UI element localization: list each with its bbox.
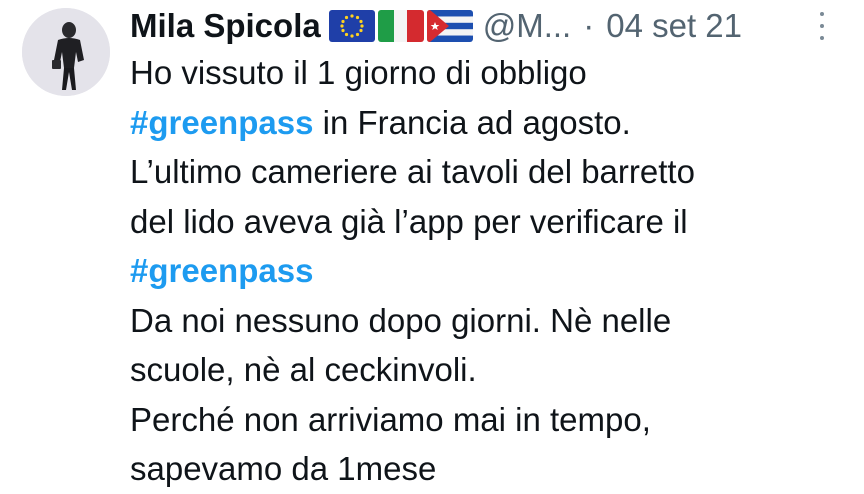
tweet-text-span: del lido aveva già l’app per verificare … xyxy=(130,202,688,240)
author-handle[interactable]: @M... xyxy=(483,4,572,48)
separator-dot: · xyxy=(583,7,595,44)
person-silhouette-icon xyxy=(22,8,110,96)
tweet-text-span: sapevamo da 1mese xyxy=(130,450,437,487)
author-display-name[interactable]: Mila Spicola xyxy=(130,4,321,48)
tweet-text-span: L’ultimo cameriere ai tavoli del barrett… xyxy=(130,153,695,190)
cuba-flag-icon xyxy=(426,10,473,42)
italy-flag-icon xyxy=(377,10,424,42)
tweet-line: #greenpass in Francia ad agosto. xyxy=(130,98,850,148)
avatar[interactable] xyxy=(22,8,110,96)
tweet-header: Mila Spicola @M... · 04 set 21 xyxy=(130,4,742,48)
tweet-text-span: Da noi nessuno dopo giorni. Nè nelle xyxy=(130,301,672,339)
eu-flag-icon xyxy=(328,10,375,42)
hashtag-link[interactable]: #greenpass xyxy=(130,104,313,141)
tweet-text-span: in Francia ad agosto. xyxy=(313,103,631,141)
tweet-text-span: Ho vissuto il 1 giorno di obbligo xyxy=(130,54,587,91)
tweet-line: Da noi nessuno dopo giorni. Nè nelle xyxy=(130,296,850,346)
tweet-text-span: Perché non arriviamo mai in tempo, xyxy=(130,400,651,438)
tweet-line: Perché non arriviamo mai in tempo, xyxy=(130,395,850,445)
flag-emojis xyxy=(328,10,473,42)
tweet-text: Ho vissuto il 1 giorno di obbligo #green… xyxy=(130,48,850,494)
tweet-line: scuole, nè al ceckinvoli. xyxy=(130,345,850,395)
tweet-line: sapevamo da 1mese xyxy=(130,444,850,494)
tweet-line: #greenpass xyxy=(130,246,850,296)
more-options-icon[interactable] xyxy=(812,12,832,40)
tweet-text-span: scuole, nè al ceckinvoli. xyxy=(130,351,477,388)
tweet-line: del lido aveva già l’app per verificare … xyxy=(130,197,850,247)
hashtag-link[interactable]: #greenpass xyxy=(130,252,313,289)
tweet-line: Ho vissuto il 1 giorno di obbligo xyxy=(130,48,850,98)
tweet-line: L’ultimo cameriere ai tavoli del barrett… xyxy=(130,147,850,197)
tweet-card[interactable]: Mila Spicola @M... · 04 set 21 Ho vissut… xyxy=(0,0,864,487)
tweet-date[interactable]: 04 set 21 xyxy=(606,4,742,48)
